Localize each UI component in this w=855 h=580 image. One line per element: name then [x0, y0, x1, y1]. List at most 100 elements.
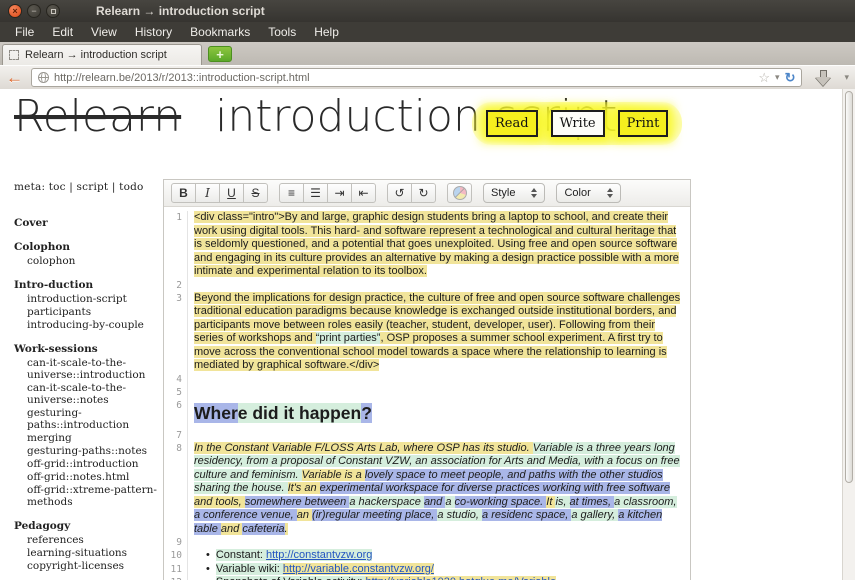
- menu-view[interactable]: View: [82, 25, 126, 39]
- bold-button[interactable]: B: [171, 183, 196, 203]
- strikethrough-button[interactable]: S: [243, 183, 268, 203]
- select-arrows-icon: [607, 188, 613, 198]
- url-text[interactable]: http://relearn.be/2013/r/2013::introduct…: [54, 72, 753, 84]
- hyperlink[interactable]: http://variable.constantvzw.org/: [283, 563, 434, 575]
- line-number: 6: [164, 399, 188, 429]
- sidebar-section-title-cover[interactable]: Cover: [14, 217, 160, 229]
- hyperlink[interactable]: http://constantvzw.org: [266, 549, 372, 561]
- new-tab-button[interactable]: +: [208, 46, 232, 62]
- text-segment: a studio,: [437, 509, 482, 521]
- read-button[interactable]: Read: [486, 110, 538, 137]
- sidebar-item-references[interactable]: references: [14, 534, 160, 546]
- outdent-button[interactable]: ⇤: [351, 183, 376, 203]
- sidebar-item-can-it-scale-to-the-universe-introduction[interactable]: can-it-scale-to-the-universe::introducti…: [14, 357, 160, 381]
- sidebar-section-title-colophon[interactable]: Colophon: [14, 241, 160, 253]
- sidebar-sections: Cover Colophon colophon Intro-duction introd…: [14, 217, 160, 580]
- line-number: 3: [164, 292, 188, 373]
- editor-paragraph[interactable]: [188, 429, 690, 442]
- sidebar-meta-links[interactable]: meta: toc | script | todo: [14, 181, 160, 193]
- menu-bookmarks[interactable]: Bookmarks: [181, 25, 259, 39]
- menu-tools[interactable]: Tools: [259, 25, 305, 39]
- sidebar-item-learning-situations[interactable]: learning-situations: [14, 547, 160, 559]
- sidebar-item-off-grid-introduction[interactable]: off-grid::introduction: [14, 458, 160, 470]
- menu-help[interactable]: Help: [305, 25, 348, 39]
- text-editor[interactable]: BIUS ≡☰⇥⇤ ↺↻ Style Color 1<div class="intro"…: [163, 179, 691, 580]
- editor-paragraph[interactable]: [188, 536, 690, 549]
- sidebar-item-gesturing-paths-introduction[interactable]: gesturing-paths::introduction: [14, 407, 160, 431]
- editor-lines[interactable]: 1<div class="intro">By and large, graphi…: [164, 207, 690, 580]
- undo-button[interactable]: ↺: [387, 183, 412, 203]
- tab-active[interactable]: Relearn → introduction script: [2, 44, 202, 65]
- sidebar-item-off-grid-notes-html[interactable]: off-grid::notes.html: [14, 471, 160, 483]
- style-select[interactable]: Style: [483, 183, 545, 203]
- indent-button[interactable]: ⇥: [327, 183, 352, 203]
- line-number: 5: [164, 386, 188, 399]
- editor-heading[interactable]: Where did it happen?: [188, 399, 690, 429]
- toolbar-group: ≡☰⇥⇤: [279, 183, 376, 203]
- text-segment: experimental workspace for diverse pract…: [320, 482, 670, 494]
- hyperlink[interactable]: http://variable1030.hotglue.me/Variable: [365, 576, 556, 580]
- sidebar-section-title-intro-duction[interactable]: Intro-duction: [14, 279, 160, 291]
- sidebar-item-participants[interactable]: participants: [14, 306, 160, 318]
- print-button[interactable]: Print: [618, 110, 669, 137]
- editor-list-item[interactable]: • Variable wiki: http://variable.constant…: [188, 563, 690, 577]
- editor-paragraph[interactable]: [188, 279, 690, 292]
- text-segment: <div class="intro">By and large, graphic…: [194, 211, 679, 277]
- window-maximize-button[interactable]: [46, 4, 60, 18]
- sidebar-section-colophon: Colophon colophon: [14, 241, 160, 267]
- sidebar-item-gesturing-paths-notes[interactable]: gesturing-paths::notes: [14, 445, 160, 457]
- text-segment: an: [297, 509, 312, 521]
- redo-button[interactable]: ↻: [411, 183, 436, 203]
- sidebar-section-title-pedagogy[interactable]: Pedagogy: [14, 520, 160, 532]
- menu-edit[interactable]: Edit: [43, 25, 82, 39]
- text-segment: Wher: [194, 403, 238, 423]
- editor-line-6: 6Where did it happen?: [164, 399, 690, 429]
- reload-button[interactable]: ↻: [785, 71, 796, 84]
- text-segment: Variable wiki:: [216, 563, 283, 575]
- sidebar-item-off-grid-xtreme-pattern-methods[interactable]: off-grid::xtreme-pattern-methods: [14, 484, 160, 508]
- back-button[interactable]: ←: [6, 69, 23, 86]
- editor-list-item[interactable]: •Snapshots of Variable activity: http://…: [188, 576, 690, 580]
- editor-paragraph[interactable]: [188, 373, 690, 386]
- page-scrollbar-thumb[interactable]: [845, 91, 853, 483]
- window-close-button[interactable]: ×: [8, 4, 22, 18]
- bullet-icon: •: [206, 563, 210, 575]
- menu-file[interactable]: File: [6, 25, 43, 39]
- ordered-list-button[interactable]: ≡: [279, 183, 304, 203]
- bookmark-star-icon[interactable]: ☆: [758, 71, 770, 84]
- editor-list-item[interactable]: •Constant: http://constantvzw.org: [188, 549, 690, 563]
- sidebar-section-title-work-sessions[interactable]: Work-sessions: [14, 343, 160, 355]
- color-select[interactable]: Color: [556, 183, 620, 203]
- window-minimize-button[interactable]: −: [27, 4, 41, 18]
- text-segment: It's an: [288, 482, 320, 494]
- color-select-label: Color: [564, 187, 590, 199]
- sidebar-item-copyright-licenses[interactable]: copyright-licenses: [14, 560, 160, 572]
- unordered-list-button[interactable]: ☰: [303, 183, 328, 203]
- editor-paragraph[interactable]: <div class="intro">By and large, graphic…: [188, 211, 690, 279]
- text-segment: and: [221, 523, 242, 535]
- write-button[interactable]: Write: [551, 110, 605, 137]
- text-segment: lovely space to meet people, and paths w…: [365, 469, 663, 481]
- sidebar-item-can-it-scale-to-the-universe-notes[interactable]: can-it-scale-to-the-universe::notes: [14, 382, 160, 406]
- sidebar-item-colophon[interactable]: colophon: [14, 255, 160, 267]
- page-scrollbar[interactable]: [842, 89, 855, 580]
- bullet-icon: •: [206, 549, 210, 561]
- url-bar[interactable]: http://relearn.be/2013/r/2013::introduct…: [31, 68, 802, 87]
- editor-paragraph[interactable]: [188, 386, 690, 399]
- menu-history[interactable]: History: [126, 25, 181, 39]
- url-dropdown-caret-icon[interactable]: ▾: [775, 73, 780, 82]
- editor-paragraph[interactable]: In the Constant Variable F/LOSS Arts Lab…: [188, 442, 690, 537]
- page-content: Relearn introduction script ReadWritePri…: [0, 89, 855, 580]
- sidebar-item-introducing-by-couple[interactable]: introducing-by-couple: [14, 319, 160, 331]
- download-dropdown-caret-icon[interactable]: ▾: [844, 73, 849, 82]
- editor-paragraph[interactable]: Beyond the implications for design pract…: [188, 292, 690, 373]
- underline-button[interactable]: U: [219, 183, 244, 203]
- download-button[interactable]: [810, 67, 836, 88]
- sidebar-item-merging[interactable]: merging: [14, 432, 160, 444]
- highlight-palette-button[interactable]: [447, 183, 472, 203]
- editor-line-4: 4: [164, 373, 690, 386]
- tab-label: Relearn → introduction script: [25, 49, 167, 61]
- relearn-logo[interactable]: Relearn: [14, 91, 181, 142]
- sidebar-item-introduction-script[interactable]: introduction-script: [14, 293, 160, 305]
- italic-button[interactable]: I: [195, 183, 220, 203]
